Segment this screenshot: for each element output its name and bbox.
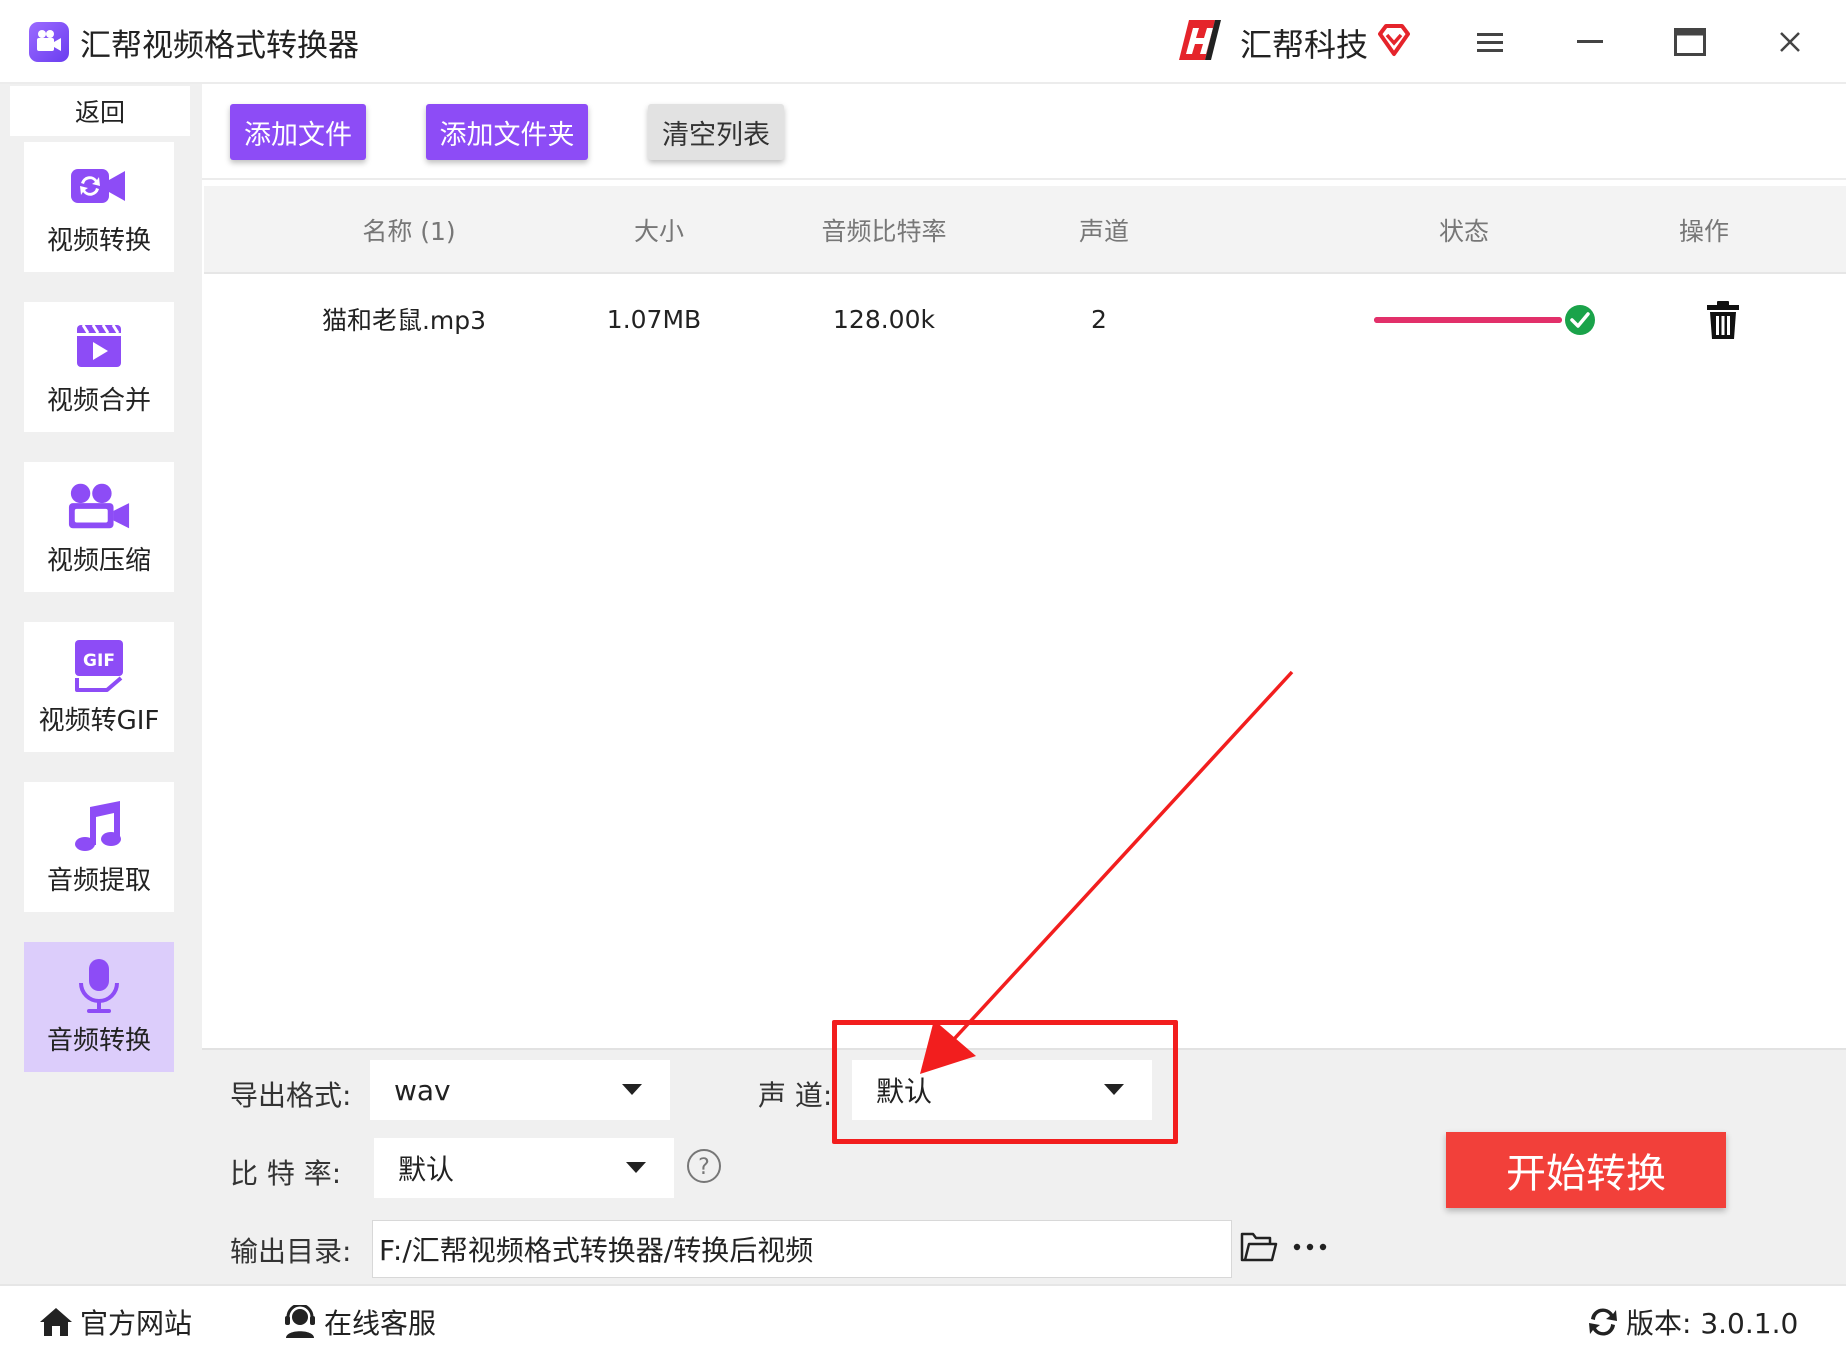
- version-info[interactable]: 版本: 3.0.1.0: [1586, 1302, 1798, 1342]
- start-convert-button[interactable]: 开始转换: [1446, 1132, 1726, 1208]
- channel-label: 声 道:: [758, 1079, 833, 1112]
- app-title: 汇帮视频格式转换器: [80, 28, 359, 64]
- refresh-icon: [1589, 1308, 1617, 1336]
- clear-list-button[interactable]: 清空列表: [648, 104, 784, 160]
- table-row[interactable]: 猫和老鼠.mp3 1.07MB 128.00k 2: [204, 274, 1846, 364]
- format-value: wav: [394, 1073, 451, 1107]
- annotation-arrow: [920, 670, 1294, 1074]
- gif-icon: GIF: [67, 638, 131, 694]
- column-header-status: 状态: [1438, 217, 1489, 246]
- sidebar-item-video-compress[interactable]: 视频压缩: [24, 462, 174, 592]
- sidebar-item-audio-convert[interactable]: 音频转换: [24, 942, 174, 1072]
- sidebar-item-video-convert[interactable]: 视频转换: [24, 142, 174, 272]
- column-header-channels: 声道: [1078, 217, 1129, 246]
- cell-channels: 2: [1091, 304, 1107, 334]
- toolbar: 添加文件 添加文件夹 清空列表: [202, 84, 1846, 180]
- official-website-link[interactable]: 官方网站: [38, 1302, 192, 1342]
- home-icon: [40, 1308, 72, 1336]
- column-header-name: 名称 (1): [362, 217, 456, 246]
- svg-text:GIF: GIF: [83, 651, 115, 671]
- minimize-icon: [1577, 40, 1603, 43]
- video-convert-icon: [67, 158, 131, 214]
- folder-open-icon[interactable]: [1240, 1230, 1278, 1264]
- app-logo-icon: [29, 22, 69, 62]
- check-circle-icon: [1565, 305, 1595, 335]
- version-label: 版本: 3.0.1.0: [1626, 1307, 1799, 1340]
- sidebar-item-video-merge[interactable]: 视频合并: [24, 302, 174, 432]
- help-icon[interactable]: ?: [686, 1148, 722, 1184]
- more-options-icon[interactable]: [1292, 1232, 1328, 1262]
- menu-icon: [1477, 33, 1503, 52]
- footer-bar: 官方网站 在线客服 版本: 3.0.1.0: [0, 1284, 1846, 1352]
- format-label: 导出格式:: [230, 1079, 352, 1112]
- chevron-down-icon: [622, 1084, 642, 1095]
- sidebar: 返回 视频转换 视频合并 视频压缩 GIF 视频转GIF 音频提取 音频转换: [0, 84, 202, 1284]
- app-window: 汇帮视频格式转换器 汇帮科技 返回 视频转换 视频合并 视频压缩 GIF 视频转…: [0, 0, 1846, 1352]
- cell-size: 1.07MB: [606, 304, 702, 334]
- online-support-link[interactable]: 在线客服: [282, 1302, 436, 1342]
- close-icon: [1780, 32, 1800, 52]
- vip-diamond-icon[interactable]: [1376, 22, 1412, 58]
- bitrate-select[interactable]: 默认: [374, 1138, 674, 1198]
- bitrate-label: 比 特 率:: [230, 1157, 342, 1190]
- menu-button[interactable]: [1468, 20, 1512, 64]
- video-merge-icon: [67, 318, 131, 374]
- sidebar-item-label: 视频转换: [46, 225, 151, 256]
- chevron-down-icon: [626, 1162, 646, 1173]
- format-select[interactable]: wav: [370, 1060, 670, 1120]
- column-header-action: 操作: [1678, 217, 1729, 246]
- column-header-size: 大小: [633, 217, 684, 246]
- bitrate-value: 默认: [398, 1153, 455, 1186]
- output-label: 输出目录:: [230, 1235, 352, 1268]
- table-header: 名称 (1) 大小 音频比特率 声道 状态 操作: [204, 186, 1846, 274]
- progress-fill: [1374, 317, 1562, 323]
- customer-service-icon: [285, 1305, 315, 1338]
- add-folder-button[interactable]: 添加文件夹: [426, 104, 588, 160]
- brand-logo-icon: [1179, 20, 1221, 60]
- website-label: 官方网站: [80, 1307, 193, 1340]
- trash-icon[interactable]: [1706, 300, 1740, 340]
- music-note-icon: [67, 798, 131, 854]
- minimize-button[interactable]: [1568, 20, 1612, 64]
- output-path-input[interactable]: F:/汇帮视频格式转换器/转换后视频: [372, 1220, 1232, 1278]
- svg-text:?: ?: [698, 1155, 710, 1180]
- sidebar-item-label: 视频转GIF: [38, 705, 160, 736]
- video-compress-icon: [67, 478, 131, 534]
- progress-bar: [1374, 317, 1562, 323]
- brand-name: 汇帮科技: [1240, 26, 1369, 64]
- maximize-button[interactable]: [1668, 20, 1712, 64]
- support-label: 在线客服: [324, 1307, 437, 1340]
- sidebar-item-label: 音频提取: [46, 865, 151, 896]
- sidebar-item-label: 视频压缩: [46, 545, 151, 576]
- sidebar-item-label: 视频合并: [46, 385, 151, 416]
- cell-name: 猫和老鼠.mp3: [321, 306, 487, 335]
- back-button[interactable]: 返回: [10, 86, 190, 136]
- sidebar-item-audio-extract[interactable]: 音频提取: [24, 782, 174, 912]
- column-header-bitrate: 音频比特率: [821, 217, 947, 246]
- sidebar-item-video-gif[interactable]: GIF 视频转GIF: [24, 622, 174, 752]
- sidebar-item-label: 音频转换: [46, 1025, 151, 1056]
- maximize-icon: [1674, 28, 1706, 56]
- close-button[interactable]: [1768, 20, 1812, 64]
- microphone-icon: [67, 958, 131, 1014]
- title-bar: 汇帮视频格式转换器 汇帮科技: [0, 0, 1846, 84]
- add-file-button[interactable]: 添加文件: [230, 104, 366, 160]
- cell-bitrate: 128.00k: [833, 304, 935, 334]
